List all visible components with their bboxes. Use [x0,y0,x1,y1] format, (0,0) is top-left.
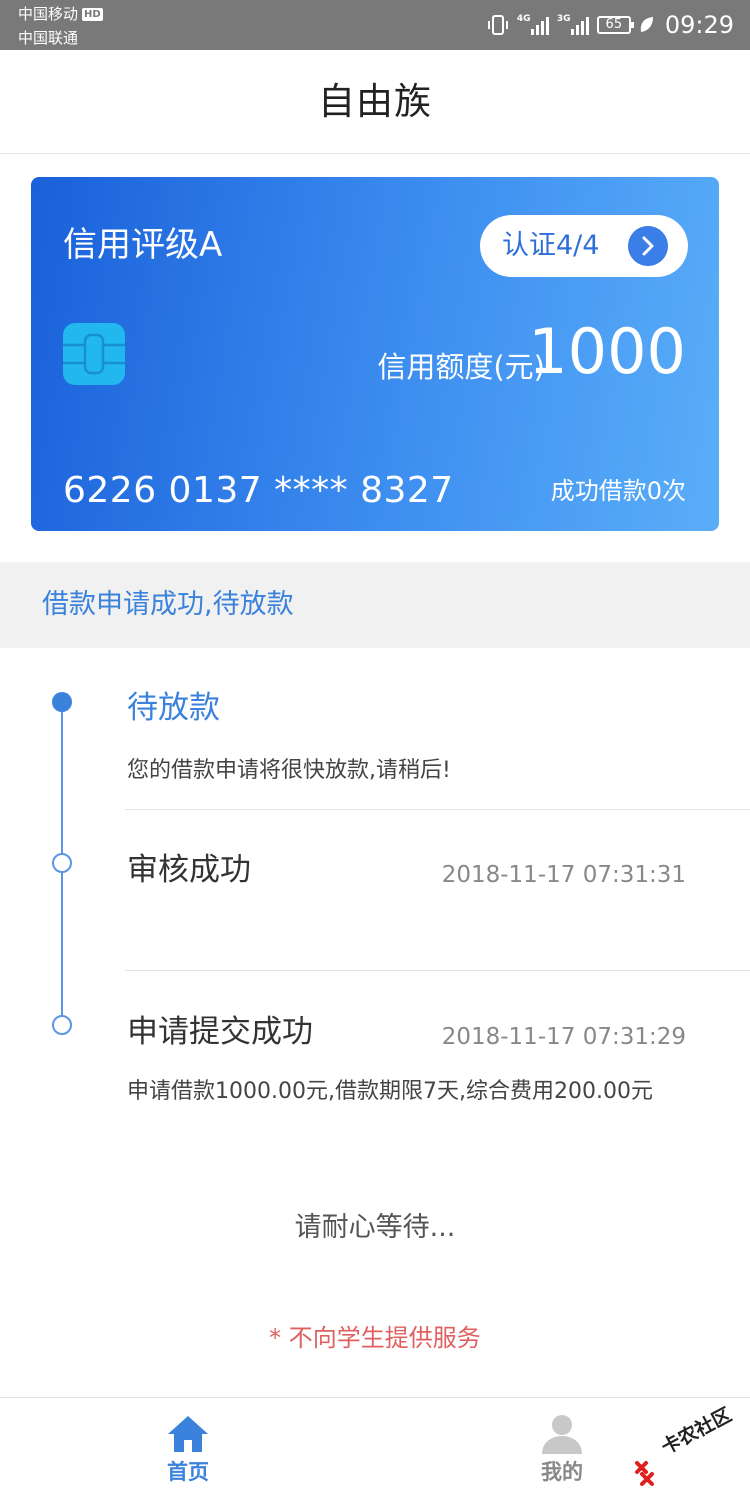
timeline-dot [52,1015,72,1035]
tab-mine-label: 我的 [541,1460,583,1484]
step-title-approved: 审核成功 [127,852,251,888]
timeline-dot-active [52,692,72,712]
carrier-primary-label: 中国移动 [18,5,79,23]
step-title-submitted: 申请提交成功 [127,1014,313,1050]
step-title-pending: 待放款 [127,690,220,726]
carrier-primary: 中国移动 HD [18,5,103,23]
signal-icon-4g: 4G [517,15,549,35]
card-number: 6226 0137 **** 8327 [63,470,454,511]
timeline-dot [52,853,72,873]
credit-limit-label: 信用额度(元) [377,350,545,384]
watermark: 卡农社区 [634,1404,744,1492]
tab-home[interactable]: 首页 [128,1398,248,1501]
step-description-pending: 您的借款申请将很快放款,请稍后! [127,758,451,783]
tab-home-label: 首页 [167,1460,209,1484]
network-type-2: 3G [556,14,571,24]
step-divider [125,809,750,810]
loan-success-count: 成功借款0次 [550,477,686,505]
leaf-icon [640,17,653,32]
chevron-right-icon [628,226,668,266]
carrier-secondary: 中国联通 [18,29,79,47]
watermark-logo-icon [635,1461,654,1486]
bottom-tab-bar: 首页 我的 卡农社区 [0,1397,750,1500]
card-chip-icon [63,323,125,385]
status-notice-text: 借款申请成功,待放款 [42,589,294,620]
signal-icon-3g: 3G [557,15,589,35]
clock: 09:29 [664,11,734,39]
loan-progress-timeline: 待放款 您的借款申请将很快放款,请稍后! 审核成功 2018-11-17 07:… [0,648,750,1148]
hd-badge: HD [82,8,103,21]
page-title: 自由族 [318,80,432,123]
status-icons: 4G 3G 65 09:29 [487,0,734,50]
step-time-submitted: 2018-11-17 07:31:29 [441,1024,686,1050]
step-divider [125,970,750,971]
step-description-submitted: 申请借款1000.00元,借款期限7天,综合费用200.00元 [127,1079,653,1104]
certification-button[interactable]: 认证4/4 [480,215,688,277]
network-type-1: 4G [516,14,531,24]
wait-message: 请耐心等待... [294,1212,456,1243]
app-header: 自由族 [0,50,750,154]
student-service-notice: * 不向学生提供服务 [269,1324,481,1352]
certification-label: 认证4/4 [502,230,600,261]
credit-limit-value: 1000 [528,315,686,388]
home-icon [168,1416,208,1452]
credit-rating: 信用评级A [63,225,223,265]
credit-card: 信用评级A 认证4/4 信用额度(元) 1000 6226 0137 **** … [31,177,719,531]
user-icon [542,1415,582,1454]
status-notice-bar: 借款申请成功,待放款 [0,562,750,648]
status-bar: 中国移动 HD 中国联通 4G 3G 65 09:29 [0,0,750,50]
vibrate-icon [487,15,508,35]
battery-icon: 65 [596,16,634,34]
watermark-text: 卡农社区 [657,1403,736,1459]
step-time-approved: 2018-11-17 07:31:31 [441,862,686,888]
tab-mine[interactable]: 我的 [502,1398,622,1501]
